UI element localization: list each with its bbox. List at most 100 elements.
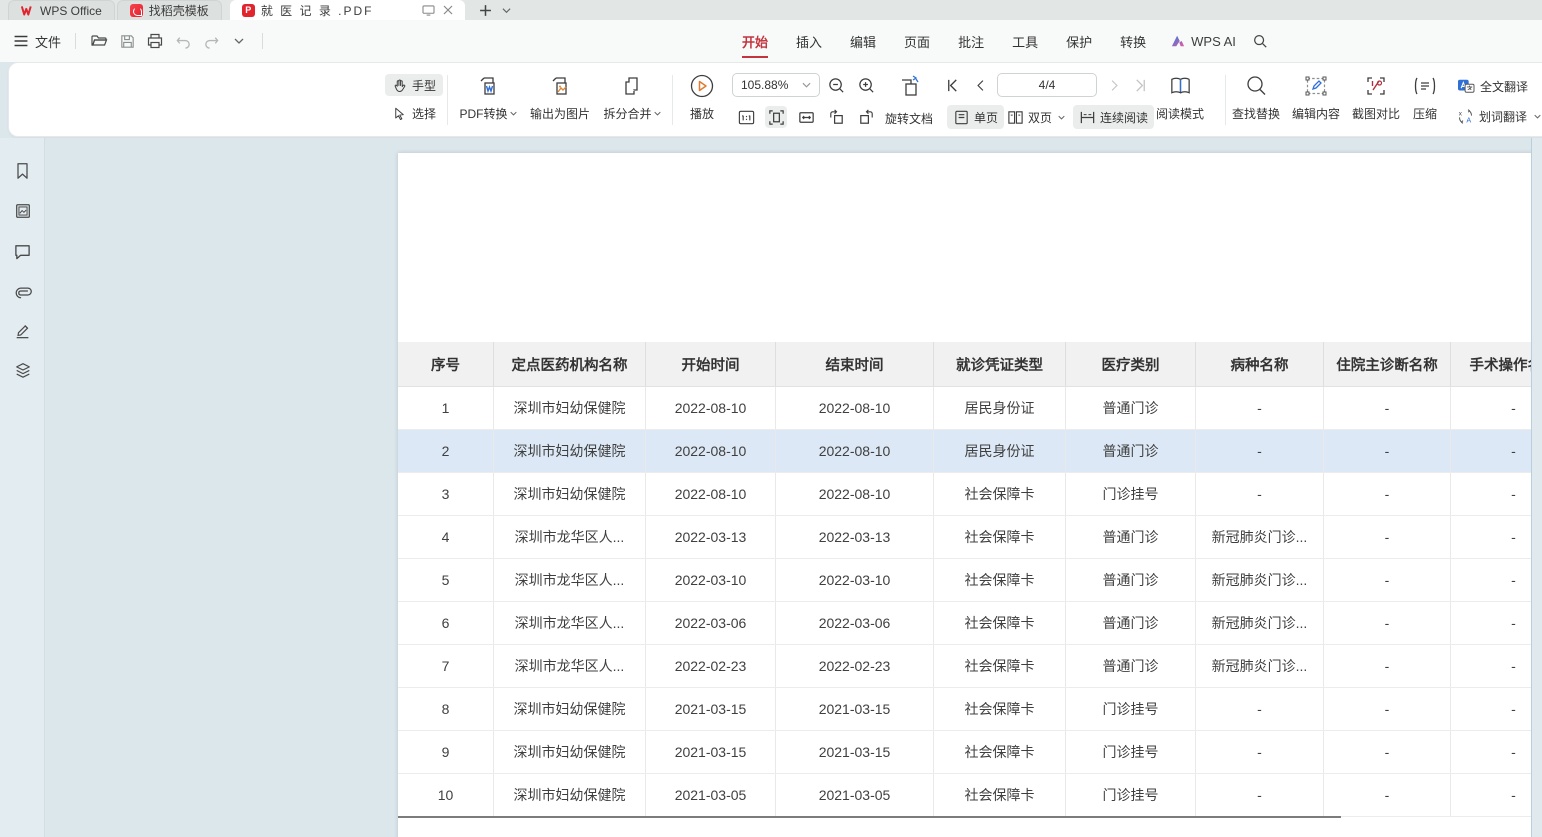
export-image-button[interactable]: 输出为图片 [525, 73, 595, 122]
table-cell: 深圳市妇幼保健院 [494, 731, 646, 773]
table-cell: 社会保障卡 [934, 473, 1066, 515]
table-cell: 2022-03-06 [646, 602, 776, 644]
redo-icon[interactable] [202, 32, 220, 50]
tab-list-chevron-icon[interactable] [502, 6, 511, 15]
table-cell: 普通门诊 [1066, 516, 1196, 558]
wps-ai-label: WPS AI [1191, 34, 1236, 49]
tab-label: WPS Office [40, 4, 102, 18]
select-tool-label: 选择 [412, 105, 436, 122]
page-number-input[interactable]: 4/4 [997, 73, 1097, 97]
next-page-button[interactable] [1103, 74, 1125, 96]
monitor-icon[interactable] [422, 5, 435, 16]
zoom-level-value: 105.88% [741, 78, 788, 92]
layers-panel-icon[interactable] [12, 359, 33, 380]
undo-history-chevron-icon[interactable] [230, 32, 248, 50]
continuous-reading-button[interactable]: 连续阅读 [1073, 105, 1154, 129]
menu-tab-insert[interactable]: 插入 [782, 20, 836, 62]
menu-tab-label: 转换 [1120, 32, 1146, 51]
tab-wps-office[interactable]: WPS Office [8, 0, 115, 20]
table-cell: 普通门诊 [1066, 645, 1196, 687]
menu-tab-annotate[interactable]: 批注 [944, 20, 998, 62]
rotate-left-button[interactable] [825, 106, 847, 128]
table-cell: 2022-08-10 [776, 387, 934, 429]
double-page-label: 双页 [1028, 109, 1052, 126]
menu-tab-home[interactable]: 开始 [728, 20, 782, 62]
word-translate-icon: xA [1457, 108, 1474, 125]
annotation-pen-icon[interactable] [12, 319, 33, 340]
table-cell: 新冠肺炎门诊... [1196, 602, 1324, 644]
double-page-button[interactable]: 双页 [1001, 105, 1071, 129]
table-cell: 深圳市龙华区人... [494, 516, 646, 558]
table-cell: 门诊挂号 [1066, 688, 1196, 730]
select-tool-button[interactable]: 选择 [385, 102, 443, 124]
play-label: 播放 [690, 107, 714, 121]
pdf-file-icon: P [242, 4, 255, 17]
single-page-button[interactable]: 单页 [947, 105, 1004, 129]
table-cell: 2022-03-10 [646, 559, 776, 601]
table-cell: 深圳市龙华区人... [494, 559, 646, 601]
attachments-panel-icon[interactable] [12, 280, 33, 301]
split-merge-button[interactable]: 拆分合并 [597, 73, 667, 122]
table-cell: - [1324, 688, 1451, 730]
print-icon[interactable] [146, 32, 164, 50]
table-cell: - [1451, 774, 1542, 816]
chevron-down-icon [654, 110, 661, 117]
undo-icon[interactable] [174, 32, 192, 50]
vertical-scrollbar[interactable] [1531, 138, 1542, 837]
close-tab-icon[interactable] [443, 5, 453, 15]
search-icon [1244, 74, 1268, 98]
menu-tab-tools[interactable]: 工具 [998, 20, 1052, 62]
menu-tab-protect[interactable]: 保护 [1052, 20, 1106, 62]
rotate-document-button[interactable]: 旋转文档 [885, 109, 933, 127]
table-cell: 普通门诊 [1066, 559, 1196, 601]
menu-tab-convert[interactable]: 转换 [1106, 20, 1160, 62]
edit-content-label: 编辑内容 [1292, 107, 1340, 121]
menu-search-icon[interactable] [1252, 33, 1268, 49]
file-menu-button[interactable]: 文件 [12, 32, 61, 51]
tab-document-pdf[interactable]: P 就 医 记 录 .PDF [230, 0, 465, 20]
previous-page-button[interactable] [969, 74, 991, 96]
compress-button[interactable]: 压缩 [1397, 73, 1453, 122]
pdf-page: 序号定点医药机构名称开始时间结束时间就诊凭证类型医疗类别病种名称住院主诊断名称手… [398, 153, 1542, 837]
table-cell: 门诊挂号 [1066, 774, 1196, 816]
play-circle-icon [689, 73, 715, 99]
table-cell: 2021-03-05 [646, 774, 776, 816]
bookmarks-panel-icon[interactable] [12, 160, 33, 181]
word-translate-button[interactable]: xA 划词翻译 [1457, 107, 1541, 125]
table-cell: 1 [398, 387, 494, 429]
zoom-out-button[interactable] [825, 74, 847, 96]
table-row: 4深圳市龙华区人...2022-03-132022-03-13社会保障卡普通门诊… [398, 516, 1542, 559]
menu-tab-label: 保护 [1066, 32, 1092, 51]
table-cell: 10 [398, 774, 494, 816]
first-page-button[interactable] [941, 74, 963, 96]
save-icon[interactable] [118, 32, 136, 50]
table-cell: 深圳市妇幼保健院 [494, 430, 646, 472]
wps-ai-button[interactable]: WPS AI [1160, 34, 1246, 49]
book-icon [1168, 74, 1193, 98]
new-tab-plus-icon[interactable] [479, 4, 492, 17]
find-replace-label: 查找替换 [1232, 107, 1280, 121]
menu-tab-page[interactable]: 页面 [890, 20, 944, 62]
document-viewport[interactable]: 序号定点医药机构名称开始时间结束时间就诊凭证类型医疗类别病种名称住院主诊断名称手… [46, 138, 1542, 837]
menu-tab-edit[interactable]: 编辑 [836, 20, 890, 62]
rotate-right-button[interactable] [855, 106, 877, 128]
pdf-convert-button[interactable]: PDF转换 [453, 73, 523, 122]
fit-page-button[interactable] [765, 106, 787, 128]
tab-docer-templates[interactable]: 找稻壳模板 [117, 0, 222, 20]
actual-size-button[interactable] [735, 106, 757, 128]
table-cell: 2022-02-23 [776, 645, 934, 687]
fit-width-button[interactable] [795, 106, 817, 128]
zoom-in-button[interactable] [855, 74, 877, 96]
open-folder-icon[interactable] [90, 32, 108, 50]
table-cell: 普通门诊 [1066, 430, 1196, 472]
read-mode-button[interactable]: 阅读模式 [1147, 73, 1213, 122]
replace-pages-button[interactable] [895, 72, 925, 100]
table-cell: 普通门诊 [1066, 602, 1196, 644]
thumbnails-panel-icon[interactable] [12, 200, 33, 221]
zoom-level-select[interactable]: 105.88% [732, 73, 820, 97]
comments-panel-icon[interactable] [12, 241, 33, 262]
hand-tool-button[interactable]: 手型 [385, 74, 443, 96]
column-header: 定点医药机构名称 [494, 342, 646, 386]
full-text-translate-button[interactable]: 全文翻译 [1457, 77, 1528, 95]
play-button[interactable]: 播放 [669, 73, 735, 122]
